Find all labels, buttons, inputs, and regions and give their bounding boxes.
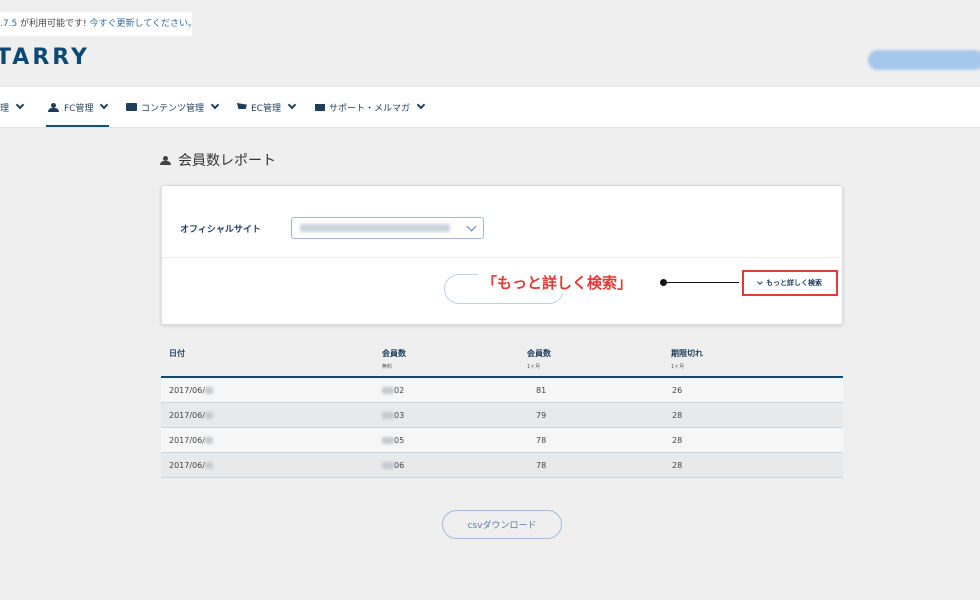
cell-month: 78 — [536, 461, 547, 470]
csv-download-button[interactable]: csvダウンロード — [442, 510, 562, 539]
column-header-date: 日付 — [169, 349, 185, 358]
column-header-month: 会員数 1ヶ月 — [527, 349, 551, 370]
nav-item-label: FC管理 — [64, 103, 94, 114]
site-select-value — [300, 224, 450, 232]
chevron-down-icon — [210, 100, 220, 110]
advanced-search-label: もっと詳しく検索 — [766, 279, 822, 287]
cell-date: 2017/06/ — [169, 461, 213, 470]
page-title: 会員数レポート — [160, 150, 276, 170]
nav-item-fc[interactable]: FC管理 — [45, 87, 110, 127]
cell-month: 81 — [536, 386, 547, 395]
cell-expired: 26 — [672, 386, 683, 395]
cell-free: 06 — [382, 461, 404, 470]
cell-free: 02 — [382, 386, 404, 395]
table-row: 2017/06/ 03 79 28 — [161, 403, 843, 428]
chevron-down-icon — [100, 100, 109, 110]
cell-free: 05 — [382, 436, 404, 445]
users-icon — [160, 155, 172, 165]
nav-item-ec[interactable]: EC管理 — [237, 87, 297, 127]
update-notice: .7.5 が利用可能です! 今すぐ更新してください。 — [0, 12, 192, 36]
table-row: 2017/06/ 06 78 28 — [161, 453, 843, 478]
mail-icon — [315, 103, 325, 111]
version-number: .7.5 — [0, 19, 18, 29]
table-header: 日付 会員数 無料 会員数 1ヶ月 期限切れ 1ヶ月 — [161, 340, 843, 378]
cell-expired: 28 — [672, 436, 683, 445]
folder-icon — [126, 103, 137, 111]
cell-month: 79 — [536, 411, 547, 420]
column-header-expired: 期限切れ 1ヶ月 — [671, 349, 703, 370]
cell-free: 03 — [382, 411, 404, 420]
brand-logo[interactable]: TARRY — [0, 45, 90, 70]
notice-text: が利用可能です! — [17, 19, 90, 29]
nav-item-support[interactable]: サポート・メルマガ — [315, 87, 426, 127]
chevron-down-icon — [416, 100, 426, 110]
nav-item-admin[interactable]: 理 — [0, 87, 25, 127]
chevron-down-icon — [466, 221, 477, 232]
cell-month: 78 — [536, 436, 547, 445]
chevron-down-icon — [15, 100, 25, 110]
update-link[interactable]: 今すぐ更新してください。 — [90, 19, 192, 29]
divider — [162, 257, 842, 258]
member-report-table: 日付 会員数 無料 会員数 1ヶ月 期限切れ 1ヶ月 2017/06/ 02 8… — [161, 340, 843, 478]
cell-date: 2017/06/ — [169, 411, 213, 420]
table-row: 2017/06/ 05 78 28 — [161, 428, 843, 453]
cell-expired: 28 — [672, 411, 683, 420]
cart-icon — [237, 103, 247, 109]
cell-date: 2017/06/ — [169, 386, 213, 395]
filter-card: オフィシャルサイト もっと詳しく検索 — [161, 185, 843, 325]
annotation-callout: 「もっと詳しく検索」 — [478, 273, 637, 293]
chevron-down-icon — [757, 278, 763, 285]
advanced-search-link[interactable]: もっと詳しく検索 — [742, 270, 838, 296]
column-header-free: 会員数 無料 — [382, 349, 406, 370]
site-select[interactable] — [291, 217, 484, 239]
chevron-down-icon — [287, 100, 297, 110]
site-label: オフィシャルサイト — [180, 225, 261, 235]
cell-expired: 28 — [672, 461, 683, 470]
users-icon — [48, 102, 60, 112]
user-menu-button[interactable] — [868, 50, 980, 70]
nav-item-label: 理 — [0, 103, 10, 114]
nav-item-label: コンテンツ管理 — [141, 103, 205, 114]
table-row: 2017/06/ 02 81 26 — [161, 378, 843, 403]
page-title-text: 会員数レポート — [178, 153, 276, 169]
nav-item-contents[interactable]: コンテンツ管理 — [126, 87, 220, 127]
cell-date: 2017/06/ — [169, 436, 213, 445]
nav-item-label: サポート・メルマガ — [329, 103, 411, 114]
annotation-line — [664, 282, 739, 283]
main-nav: 理 FC管理 コンテンツ管理 EC管理 サポート・メルマガ — [0, 86, 980, 128]
nav-item-label: EC管理 — [251, 103, 281, 114]
